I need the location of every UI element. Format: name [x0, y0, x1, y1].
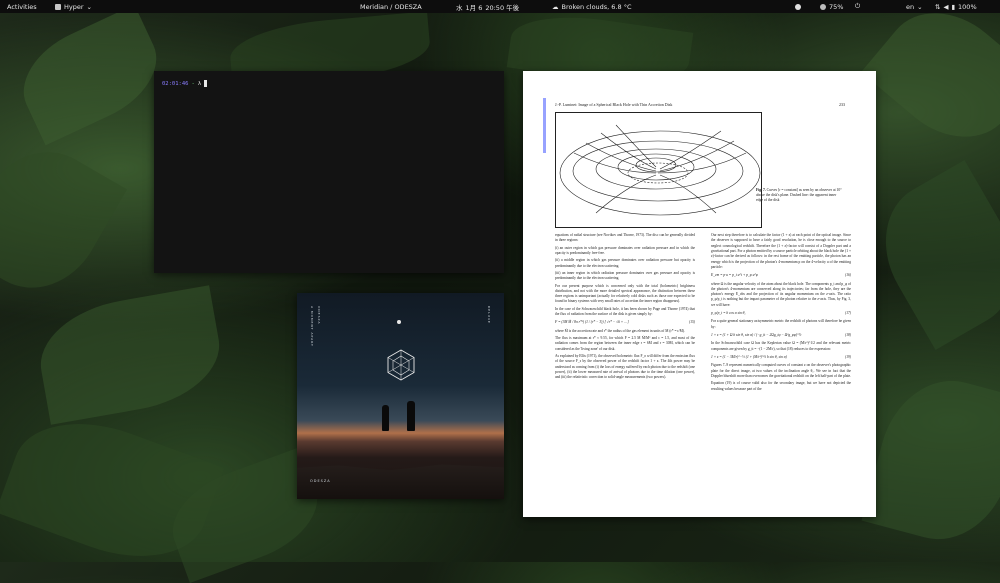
power-icon: ⏻: [855, 2, 861, 10]
battery-percent: 75%: [829, 2, 844, 11]
chevron-down-icon: ⌄: [917, 2, 923, 11]
prompt-symbol: λ: [197, 80, 202, 87]
app-name: Hyper: [64, 2, 84, 11]
moon: [397, 320, 401, 324]
battery-total: 100%: [958, 2, 977, 11]
paragraph: (iii) an inner region in which radiation…: [555, 270, 695, 281]
activities-label: Activities: [7, 2, 37, 11]
album-art[interactable]: A MOMENT APART ODESZA DELUXE ODESZA: [297, 293, 504, 499]
cloud-icon: ☁: [552, 2, 559, 11]
paragraph: In the case of the Schwarzschild black h…: [555, 306, 695, 317]
pdf-page[interactable]: J.-P. Luminet: Image of a Spherical Blac…: [523, 71, 876, 517]
clock-day-icon: 水: [456, 3, 463, 12]
prompt-time: 02:01:46: [162, 80, 189, 87]
terminal-window[interactable]: 02:01:46 - λ: [154, 71, 504, 273]
selection-highlight: [543, 98, 546, 153]
equation-number: (18): [845, 333, 851, 337]
figure-right: [407, 401, 415, 431]
terminal-cursor: [204, 80, 208, 87]
chevron-down-icon: ⌄: [86, 2, 92, 11]
paragraph: where Ṁ is the accretion rate and r* the…: [555, 328, 685, 333]
language-label: en: [906, 2, 915, 11]
power-indicator[interactable]: ⏻: [855, 2, 860, 11]
clock[interactable]: 水 1月 6 20:50 午後: [456, 2, 519, 12]
caption-label: Fig. 7.: [756, 188, 766, 192]
equation: p_φ/p_t = b cos α sin θ₀ (17): [711, 311, 851, 316]
system-menu[interactable]: ⇅ ◀ ▮ 100%: [935, 3, 977, 11]
text-column-right: Our next step therefore is to calculate …: [711, 233, 851, 394]
album-artist-vertical: ODESZA: [317, 306, 321, 325]
paragraph: Equation (19) is of course valid also fo…: [711, 381, 851, 391]
album-badge: DELUXE: [487, 306, 491, 324]
language-selector[interactable]: en ⌄: [906, 3, 923, 11]
paragraph: For our present purpose which is concern…: [555, 283, 695, 304]
equation-number: (15): [689, 320, 695, 325]
paragraph: In the Schwarzschild case Ω has the Kepl…: [711, 341, 851, 351]
equation: E_em = p·u = p_t u^t + p_φ u^φ (16): [711, 273, 851, 278]
paragraph: where Ω is the angular velocity of the a…: [711, 281, 851, 307]
paragraph: (i) an outer region in which gas pressur…: [555, 245, 695, 255]
now-playing-label: Meridian / ODESZA: [360, 2, 422, 11]
paragraph: For a quite general stationary axisymmet…: [711, 319, 851, 329]
paragraph: equations of radial structure (see Novik…: [555, 233, 695, 243]
figure-left: [382, 405, 389, 431]
odesza-logo-icon: [387, 349, 415, 381]
figure-caption: Fig. 7. Curves [r = constant] as seen by…: [756, 188, 844, 203]
text-column-left: equations of radial structure (see Novik…: [555, 233, 695, 383]
paragraph: The flux is maximum at r* ≈ 9.55, for wh…: [555, 336, 695, 351]
terminal-prompt: 02:01:46 - λ: [162, 80, 208, 87]
battery-icon: [820, 3, 826, 10]
network-icon: ⇅: [935, 2, 941, 11]
equation-number: (19): [845, 354, 851, 359]
album-landscape: [297, 464, 504, 499]
battery-icon: ▮: [951, 2, 956, 11]
caption-text: Curves [r = constant] as seen by an obse…: [756, 188, 842, 202]
equation-number: (17): [845, 311, 851, 316]
album-brand: ODESZA: [310, 479, 331, 483]
clock-time: 20:50 午後: [485, 3, 520, 12]
battery-indicator[interactable]: 75%: [820, 3, 843, 11]
clock-date: 1月 6: [465, 3, 483, 12]
app-menu[interactable]: Hyper ⌄: [55, 3, 92, 11]
weather-indicator[interactable]: ☁ Broken clouds, 6.8 °C: [552, 3, 632, 11]
equation-number: (16): [845, 273, 851, 278]
figure-plot: [555, 112, 762, 228]
equation: 1 + z = (1 − 3M/r)^−½ (1 + (M/r³)^½ b si…: [711, 354, 851, 359]
paragraph: As explained by Ellis (1971), the observ…: [555, 353, 695, 380]
equation: F = (3M Ṁ / 8π r*³) (1 / (r* − 3)) [ √r*…: [555, 320, 695, 325]
now-playing[interactable]: Meridian / ODESZA: [360, 3, 422, 11]
equation: 1 + z = (1 + Ω b sin θ₀ sin α) / (−g_tt …: [711, 333, 851, 337]
weather-label: Broken clouds, 6.8 °C: [561, 2, 632, 11]
page-number: 233: [839, 102, 845, 107]
activities-button[interactable]: Activities: [7, 3, 37, 11]
app-icon: [55, 3, 61, 10]
album-title: A MOMENT APART: [310, 306, 314, 347]
paragraph: Our next step therefore is to calculate …: [711, 233, 851, 269]
notification-icon: [795, 3, 801, 10]
tray-indicator[interactable]: [795, 3, 801, 10]
prompt-separator: -: [191, 80, 195, 87]
volume-icon: ◀: [943, 2, 949, 11]
top-bar: Activities Hyper ⌄ Meridian / ODESZA 水 1…: [0, 0, 1000, 13]
page-header: J.-P. Luminet: Image of a Spherical Blac…: [555, 102, 673, 107]
paragraph: (ii) a middle region in which gas pressu…: [555, 258, 695, 268]
paragraph: Figures 7–9 represent numerically comput…: [711, 363, 852, 378]
